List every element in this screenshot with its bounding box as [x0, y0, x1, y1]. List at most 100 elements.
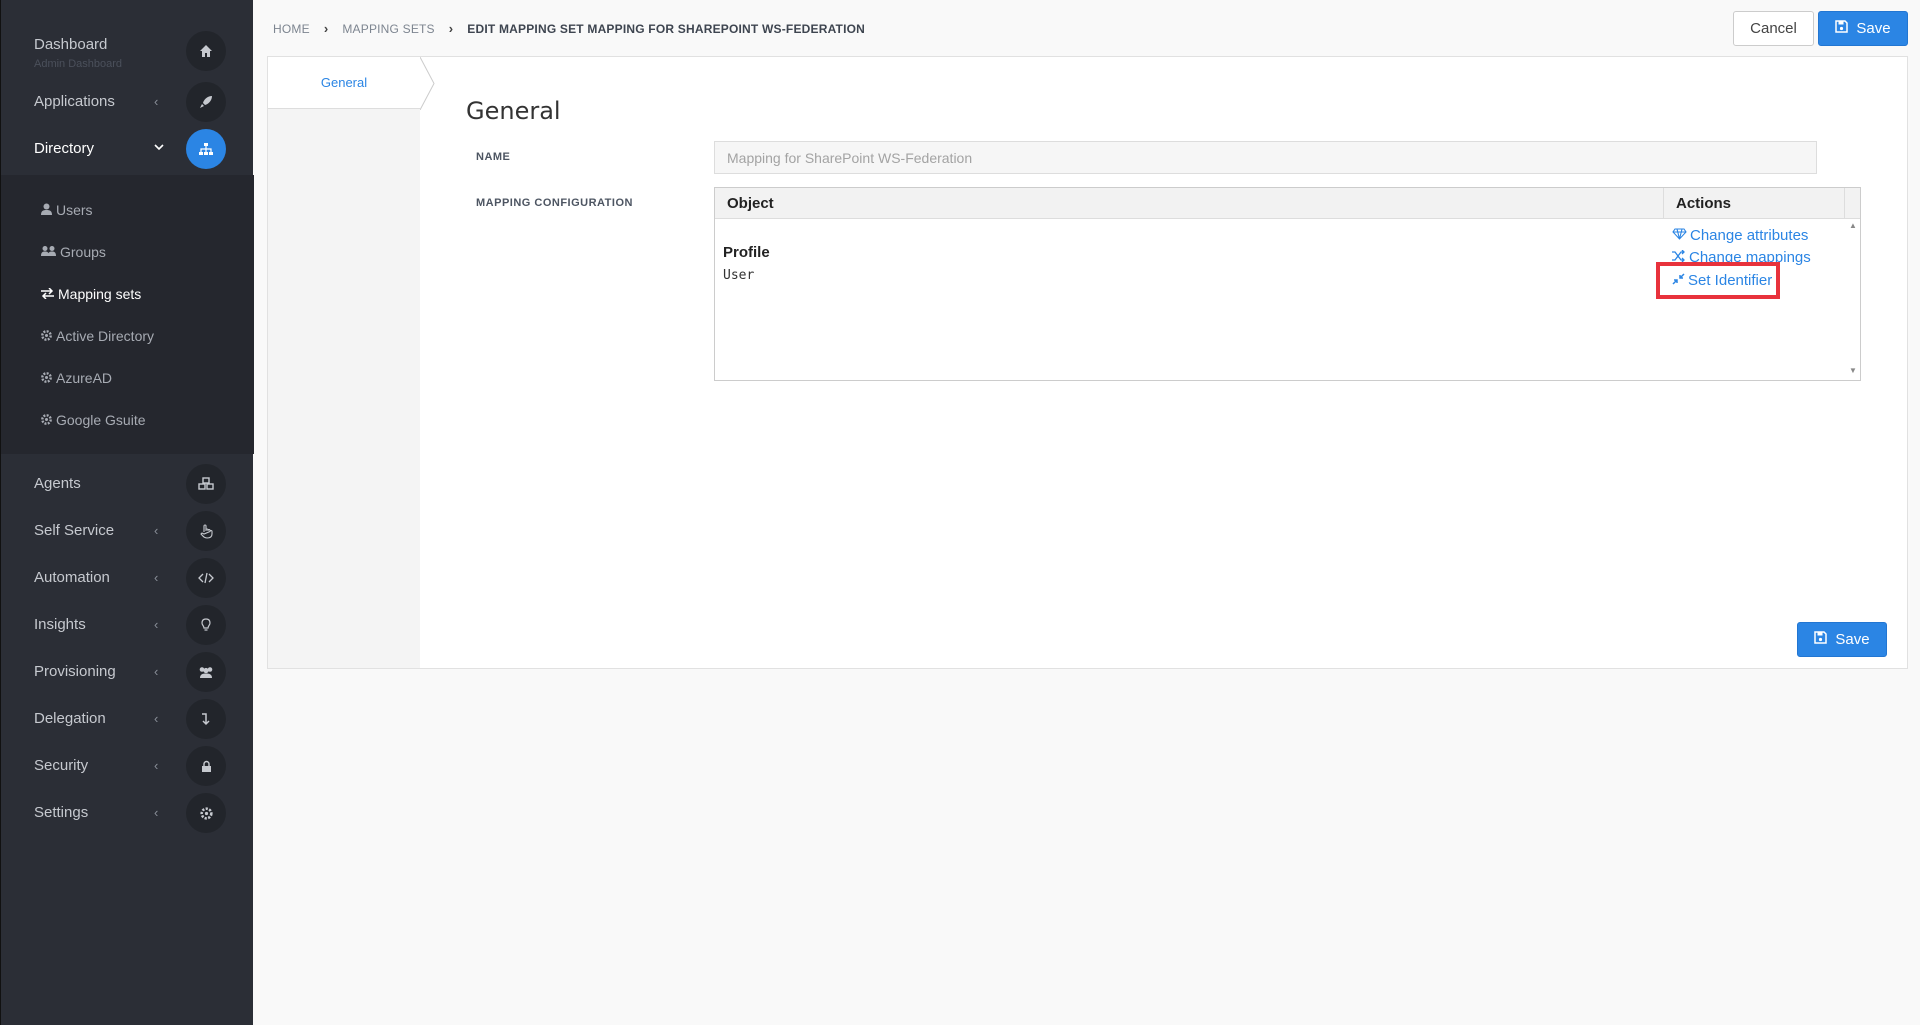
sidebar-item-label: Active Directory [56, 328, 155, 344]
home-icon [186, 31, 226, 71]
change-attributes-link[interactable]: Change attributes [1672, 227, 1808, 244]
sidebar-item-azuread[interactable]: AzureAD [41, 370, 112, 386]
gear-icon [41, 370, 52, 386]
change-mappings-label: Change mappings [1689, 249, 1811, 266]
chevron-left-icon: ‹ [154, 711, 159, 726]
column-header-actions: Actions [1664, 188, 1845, 219]
sidebar-item-label: Google Gsuite [56, 412, 146, 428]
level-down-icon [186, 699, 226, 739]
column-header-blank [1845, 188, 1860, 219]
breadcrumb: HOME › MAPPING SETS › EDIT MAPPING SET M… [273, 21, 865, 36]
sidebar-item-users[interactable]: Users [41, 202, 93, 218]
rocket-icon [186, 82, 226, 122]
sidebar-item-label: Provisioning [34, 663, 116, 680]
object-name: Profile [723, 244, 770, 261]
chevron-left-icon: ‹ [154, 805, 159, 820]
set-identifier-label: Set Identifier [1688, 272, 1773, 289]
lightbulb-icon [186, 605, 226, 645]
cancel-button-label: Cancel [1750, 20, 1797, 37]
exchange-icon [41, 286, 54, 302]
sidebar-item-insights[interactable]: Insights ‹ [1, 602, 254, 648]
table-scrollbar[interactable]: ▲ ▼ [1845, 219, 1860, 380]
set-identifier-link[interactable]: Set Identifier [1672, 272, 1772, 289]
sidebar-item-mapping-sets[interactable]: Mapping sets [41, 286, 141, 302]
save-button-bottom[interactable]: Save [1797, 622, 1887, 657]
sidebar-item-label: Dashboard [34, 36, 108, 53]
user-icon [41, 202, 52, 218]
sidebar-item-label: Security [34, 757, 89, 774]
scroll-down-icon[interactable]: ▼ [1849, 366, 1857, 375]
tab-column [268, 57, 420, 668]
chevron-left-icon: ‹ [154, 758, 159, 773]
gear-icon [186, 793, 226, 833]
sidebar-item-applications[interactable]: Applications ‹ [1, 79, 254, 125]
breadcrumb-current: EDIT MAPPING SET MAPPING FOR SHAREPOINT … [467, 21, 866, 36]
compress-icon [1672, 272, 1685, 289]
sidebar-item-groups[interactable]: Groups [41, 244, 106, 260]
sitemap-icon [186, 129, 226, 169]
users-icon [186, 652, 226, 692]
section-title: General [466, 97, 561, 125]
lock-icon [186, 746, 226, 786]
sidebar-item-label: Directory [34, 140, 95, 157]
sidebar-item-automation[interactable]: Automation ‹ [1, 555, 254, 601]
save-button[interactable]: Save [1818, 11, 1908, 46]
tab-arrow [420, 57, 435, 110]
object-type: User [723, 268, 755, 283]
breadcrumb-home[interactable]: HOME [273, 22, 310, 36]
tab-general-label: General [320, 75, 368, 90]
save-icon [1814, 631, 1828, 648]
chevron-right-icon: › [448, 21, 454, 36]
chevron-left-icon: ‹ [154, 570, 159, 585]
gear-icon [41, 412, 52, 428]
save-button-label: Save [1856, 20, 1891, 37]
gear-icon [41, 328, 52, 344]
sidebar-item-label: Users [56, 202, 93, 218]
sidebar-item-active-directory[interactable]: Active Directory [41, 328, 154, 344]
random-icon [1672, 249, 1686, 266]
sidebar-item-label: Applications [34, 93, 115, 110]
cubes-icon [186, 464, 226, 504]
sidebar-item-label: Delegation [34, 710, 106, 727]
cancel-button[interactable]: Cancel [1733, 11, 1814, 46]
chevron-left-icon: ‹ [154, 617, 159, 632]
edit-panel: General General NAME MAPPING CONFIGURATI… [267, 56, 1908, 669]
chevron-left-icon: ‹ [154, 664, 159, 679]
chevron-down-icon [154, 142, 164, 152]
sidebar-item-provisioning[interactable]: Provisioning ‹ [1, 649, 254, 695]
mapping-table: Object Actions Profile User Change attri… [714, 187, 1861, 381]
sidebar-item-label: Self Service [34, 522, 115, 539]
sidebar-item-label: Settings [34, 804, 89, 821]
save-button-label: Save [1835, 631, 1870, 648]
sidebar-item-settings[interactable]: Settings ‹ [1, 790, 254, 836]
diamond-icon [1672, 227, 1687, 244]
hand-icon [186, 511, 226, 551]
sidebar-item-dashboard[interactable]: Dashboard Admin Dashboard [1, 29, 254, 75]
sidebar-item-agents[interactable]: Agents [1, 461, 254, 507]
column-header-object: Object [715, 188, 1664, 219]
save-icon [1835, 20, 1849, 37]
chevron-right-icon: › [323, 21, 329, 36]
breadcrumb-mapping-sets[interactable]: MAPPING SETS [342, 22, 434, 36]
sidebar-item-label: Insights [34, 616, 86, 633]
chevron-left-icon: ‹ [154, 523, 159, 538]
sidebar-item-label: Agents [34, 475, 81, 492]
scroll-up-icon[interactable]: ▲ [1849, 221, 1857, 230]
sidebar-item-directory[interactable]: Directory [1, 126, 254, 172]
chevron-left-icon: ‹ [154, 94, 159, 109]
mapping-configuration-label: MAPPING CONFIGURATION [476, 197, 633, 209]
sidebar-item-label: Mapping sets [58, 286, 142, 302]
tab-general[interactable]: General [268, 57, 420, 109]
sidebar-item-sublabel: Admin Dashboard [34, 58, 123, 70]
sidebar-item-delegation[interactable]: Delegation ‹ [1, 696, 254, 742]
sidebar: Dashboard Admin Dashboard Applications ‹… [0, 0, 254, 1025]
sidebar-item-security[interactable]: Security ‹ [1, 743, 254, 789]
sidebar-item-label: AzureAD [56, 370, 113, 386]
sidebar-item-self-service[interactable]: Self Service ‹ [1, 508, 254, 554]
change-mappings-link[interactable]: Change mappings [1672, 249, 1811, 266]
sidebar-item-label: Automation [34, 569, 110, 586]
users-icon [41, 244, 56, 260]
name-field[interactable] [714, 141, 1817, 174]
name-label: NAME [476, 151, 511, 163]
sidebar-item-google-gsuite[interactable]: Google Gsuite [41, 412, 146, 428]
